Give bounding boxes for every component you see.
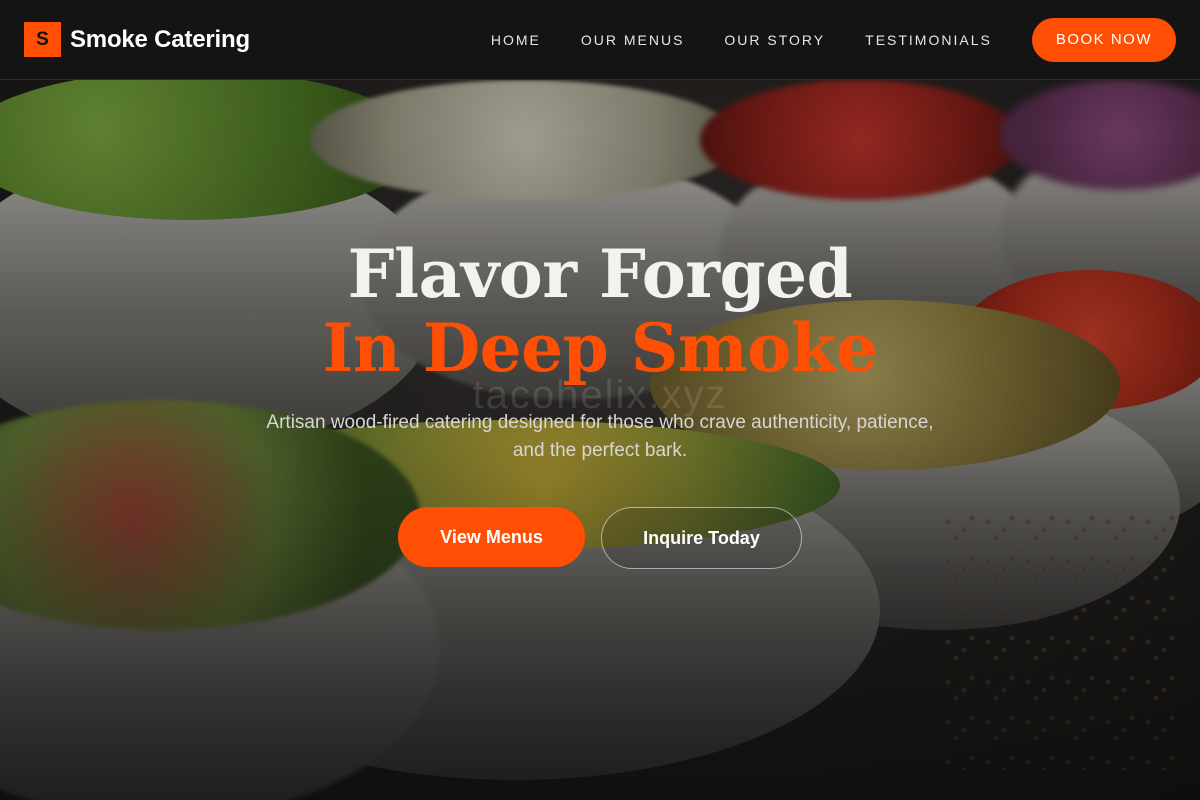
inquire-today-button[interactable]: Inquire Today xyxy=(601,507,802,569)
headline-line-1: Flavor Forged xyxy=(347,235,853,313)
nav-link-home[interactable]: HOME xyxy=(491,32,541,48)
main-nav: HOME OUR MENUS OUR STORY TESTIMONIALS BO… xyxy=(491,17,1176,62)
navbar: S Smoke Catering HOME OUR MENUS OUR STOR… xyxy=(0,0,1200,80)
cta-row: View Menus Inquire Today xyxy=(0,507,1200,569)
hero-subtitle: Artisan wood-fired catering designed for… xyxy=(266,412,934,461)
landing-page: S Smoke Catering HOME OUR MENUS OUR STOR… xyxy=(0,0,1200,800)
nav-link-our-menus[interactable]: OUR MENUS xyxy=(581,32,685,48)
logo-mark: S xyxy=(24,22,61,57)
brand-logo[interactable]: S Smoke Catering xyxy=(24,22,250,57)
nav-link-our-story[interactable]: OUR STORY xyxy=(724,32,825,48)
nav-link-testimonials[interactable]: TESTIMONIALS xyxy=(865,32,992,48)
view-menus-button[interactable]: View Menus xyxy=(398,507,585,567)
book-now-button[interactable]: BOOK NOW xyxy=(1031,17,1176,62)
headline-line-2: In Deep Smoke xyxy=(322,309,878,387)
hero-section: tacohelix.xyz Flavor Forged In Deep Smok… xyxy=(0,235,1200,569)
brand-name: Smoke Catering xyxy=(70,25,250,53)
hero-headline: Flavor Forged In Deep Smoke xyxy=(0,235,1200,383)
